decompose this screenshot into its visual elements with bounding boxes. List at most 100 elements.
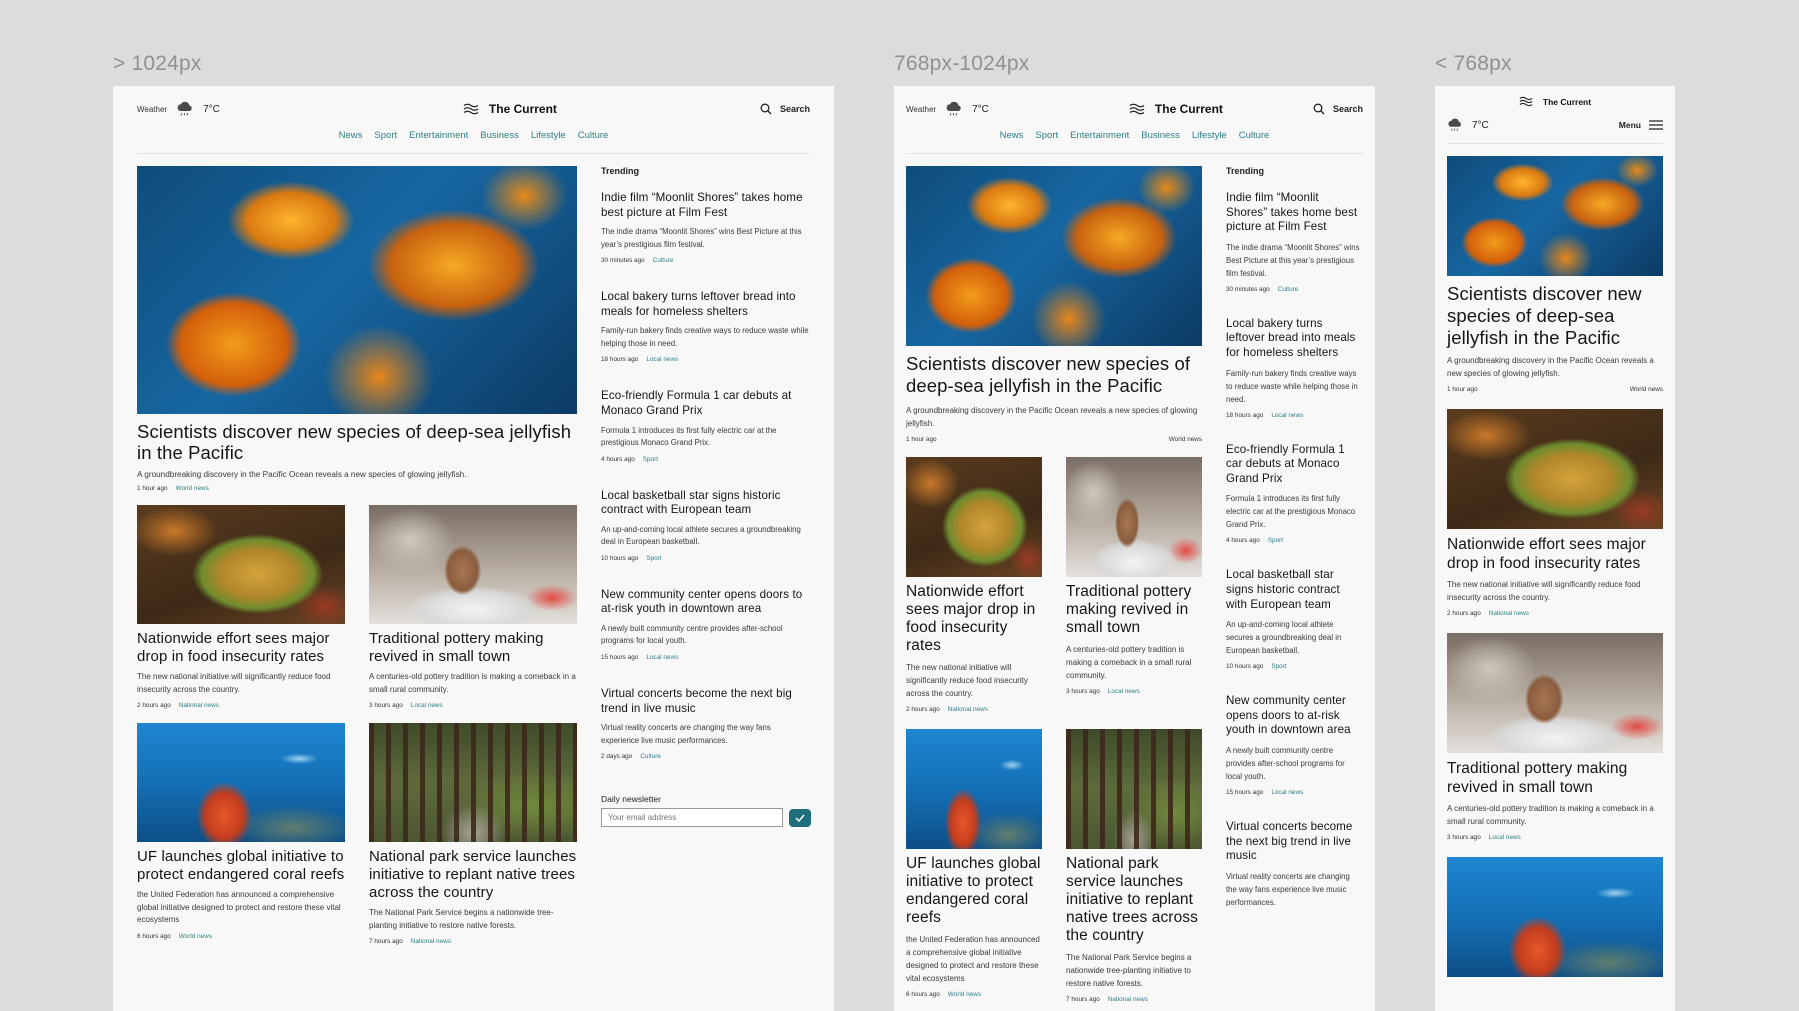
nav-culture[interactable]: Culture (578, 130, 609, 141)
trending-item[interactable]: Eco-friendly Formula 1 car debuts at Mon… (601, 389, 811, 462)
trending-item-category[interactable]: Sport (646, 555, 661, 562)
hero-image[interactable] (137, 166, 577, 414)
hero-category[interactable]: World news (176, 485, 209, 492)
article-category[interactable]: Local news (411, 702, 443, 709)
nav-sport[interactable]: Sport (374, 130, 397, 141)
nav-news[interactable]: News (339, 130, 363, 141)
trending-item-category[interactable]: Culture (653, 257, 674, 264)
article-category[interactable]: National news (179, 702, 219, 709)
trending-item[interactable]: Local bakery turns leftover bread into m… (1226, 317, 1362, 419)
article-image[interactable] (906, 457, 1042, 577)
trending-item[interactable]: Local basketball star signs historic con… (601, 489, 811, 562)
article-title[interactable]: Nationwide effort sees major drop in foo… (906, 583, 1042, 655)
trending-item-title[interactable]: Virtual concerts become the next big tre… (1226, 820, 1362, 864)
article-title[interactable]: National park service launches initiativ… (1066, 855, 1202, 945)
trending-item-title[interactable]: Local basketball star signs historic con… (1226, 568, 1362, 612)
trending-item-title[interactable]: New community center opens doors to at-r… (1226, 694, 1362, 738)
nav-business[interactable]: Business (1141, 130, 1180, 141)
article-card[interactable]: UF launches global initiative to protect… (137, 723, 345, 945)
article-card[interactable]: Traditional pottery making revived in sm… (369, 505, 577, 709)
trending-item-category[interactable]: Sport (643, 456, 658, 463)
trending-item-category[interactable]: Local news (1271, 789, 1303, 796)
article-title[interactable]: Nationwide effort sees major drop in foo… (1447, 536, 1663, 573)
article-title[interactable]: Traditional pottery making revived in sm… (1066, 583, 1202, 637)
trending-item-title[interactable]: Eco-friendly Formula 1 car debuts at Mon… (1226, 443, 1362, 487)
article-category[interactable]: National news (1489, 610, 1529, 617)
trending-item[interactable]: Indie film “Moonlit Shores” takes home b… (1226, 191, 1362, 293)
article-image[interactable] (1447, 857, 1663, 977)
trending-item[interactable]: Eco-friendly Formula 1 car debuts at Mon… (1226, 443, 1362, 545)
trending-item-title[interactable]: Indie film “Moonlit Shores” takes home b… (1226, 191, 1362, 235)
article-card[interactable]: Traditional pottery making revived in sm… (1447, 633, 1663, 841)
hero-article[interactable]: Scientists discover new species of deep-… (137, 166, 577, 492)
search-button[interactable]: Search (1313, 103, 1363, 115)
trending-item-category[interactable]: Local news (1271, 412, 1303, 419)
hero-image[interactable] (1447, 156, 1663, 276)
article-image[interactable] (369, 505, 577, 624)
trending-item-title[interactable]: Virtual concerts become the next big tre… (601, 687, 811, 716)
hero-category[interactable]: World news (1169, 436, 1202, 443)
menu-button[interactable]: Menu (1619, 120, 1663, 130)
search-button[interactable]: Search (760, 103, 810, 115)
hero-category[interactable]: World news (1630, 386, 1663, 393)
trending-item[interactable]: Virtual concerts become the next big tre… (1226, 820, 1362, 909)
article-card[interactable]: Nationwide effort sees major drop in foo… (137, 505, 345, 709)
nav-entertainment[interactable]: Entertainment (1070, 130, 1129, 141)
article-image[interactable] (137, 505, 345, 624)
article-title[interactable]: Nationwide effort sees major drop in foo… (137, 630, 345, 666)
hero-title[interactable]: Scientists discover new species of deep-… (1447, 283, 1663, 349)
article-image[interactable] (1447, 633, 1663, 753)
article-image[interactable] (1066, 457, 1202, 577)
article-category[interactable]: Local news (1108, 688, 1140, 695)
newsletter-email-input[interactable] (601, 808, 784, 828)
site-logo[interactable]: The Current (1129, 102, 1223, 116)
nav-lifestyle[interactable]: Lifestyle (531, 130, 566, 141)
site-logo[interactable]: The Current (463, 102, 557, 116)
article-image[interactable] (369, 723, 577, 842)
article-title[interactable]: Traditional pottery making revived in sm… (369, 630, 577, 666)
article-card[interactable] (1447, 857, 1663, 977)
hero-article[interactable]: Scientists discover new species of deep-… (906, 166, 1202, 443)
article-image[interactable] (137, 723, 345, 842)
article-image[interactable] (906, 729, 1042, 849)
trending-item[interactable]: Local bakery turns leftover bread into m… (601, 290, 811, 363)
hero-title[interactable]: Scientists discover new species of deep-… (906, 353, 1202, 397)
nav-business[interactable]: Business (480, 130, 519, 141)
nav-lifestyle[interactable]: Lifestyle (1192, 130, 1227, 141)
article-category[interactable]: National news (411, 938, 451, 945)
hero-article[interactable]: Scientists discover new species of deep-… (1447, 156, 1663, 393)
article-category[interactable]: World news (948, 991, 981, 998)
article-title[interactable]: National park service launches initiativ… (369, 848, 577, 902)
nav-sport[interactable]: Sport (1035, 130, 1058, 141)
article-image[interactable] (1066, 729, 1202, 849)
article-card[interactable]: Nationwide effort sees major drop in foo… (906, 457, 1042, 713)
article-title[interactable]: Traditional pottery making revived in sm… (1447, 760, 1663, 797)
nav-entertainment[interactable]: Entertainment (409, 130, 468, 141)
newsletter-submit-button[interactable] (789, 808, 811, 827)
trending-item-category[interactable]: Culture (1278, 286, 1299, 293)
hero-title[interactable]: Scientists discover new species of deep-… (137, 421, 577, 463)
trending-item[interactable]: Indie film “Moonlit Shores” takes home b… (601, 191, 811, 264)
nav-news[interactable]: News (1000, 130, 1024, 141)
trending-item-category[interactable]: Culture (640, 753, 661, 760)
trending-item-title[interactable]: Local bakery turns leftover bread into m… (1226, 317, 1362, 361)
article-category[interactable]: National news (948, 706, 988, 713)
trending-item[interactable]: Virtual concerts become the next big tre… (601, 687, 811, 760)
trending-item-category[interactable]: Sport (1268, 537, 1283, 544)
trending-item-title[interactable]: Indie film “Moonlit Shores” takes home b… (601, 191, 811, 220)
article-card[interactable]: National park service launches initiativ… (369, 723, 577, 945)
article-card[interactable]: UF launches global initiative to protect… (906, 729, 1042, 1003)
trending-item-title[interactable]: Local bakery turns leftover bread into m… (601, 290, 811, 319)
trending-item-category[interactable]: Local news (646, 356, 678, 363)
article-title[interactable]: UF launches global initiative to protect… (137, 848, 345, 884)
trending-item-title[interactable]: Eco-friendly Formula 1 car debuts at Mon… (601, 389, 811, 418)
trending-item[interactable]: New community center opens doors to at-r… (1226, 694, 1362, 796)
article-card[interactable]: Traditional pottery making revived in sm… (1066, 457, 1202, 713)
article-category[interactable]: National news (1108, 996, 1148, 1003)
trending-item-title[interactable]: Local basketball star signs historic con… (601, 489, 811, 518)
trending-item[interactable]: New community center opens doors to at-r… (601, 588, 811, 661)
trending-item-title[interactable]: New community center opens doors to at-r… (601, 588, 811, 617)
article-category[interactable]: World news (179, 933, 212, 940)
trending-item-category[interactable]: Sport (1271, 663, 1286, 670)
article-card[interactable]: Nationwide effort sees major drop in foo… (1447, 409, 1663, 617)
